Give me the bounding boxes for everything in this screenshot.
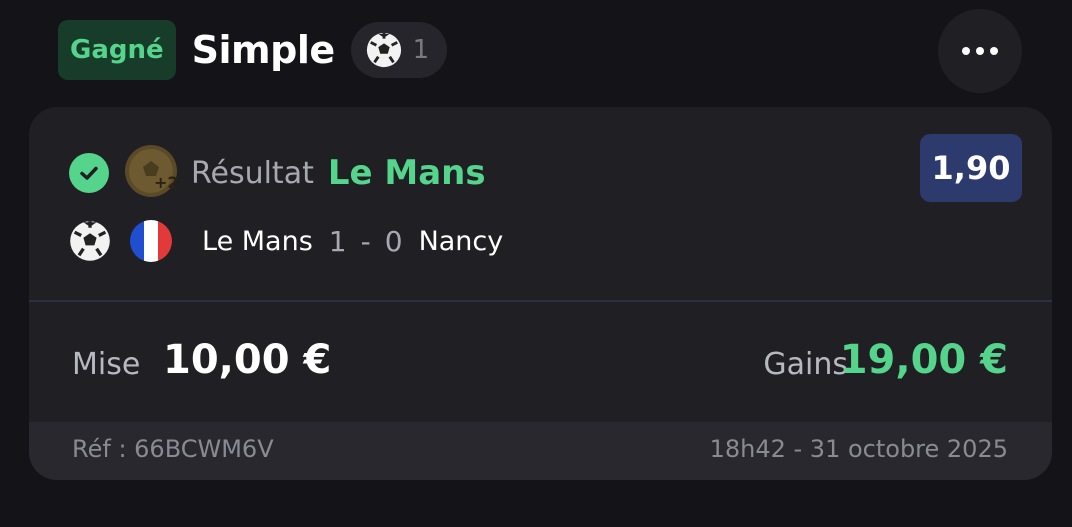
bet-reference: Réf : 66BCWM6V: [72, 435, 274, 463]
gains-value: 19,00 €: [839, 337, 1008, 383]
soccer-ball-icon: [365, 31, 403, 69]
status-badge: Gagné: [58, 20, 176, 80]
stake-value: 10,00 €: [163, 337, 332, 383]
sport-count: 1: [412, 35, 430, 65]
soccer-ball-icon: [68, 219, 112, 263]
score-separator: -: [360, 224, 371, 258]
market-label: Résultat: [191, 155, 314, 191]
bet-header: Gagné Simple 1: [58, 19, 448, 81]
away-team: Nancy: [418, 225, 504, 257]
gains-label: Gains: [763, 347, 848, 382]
svg-text:+2: +2: [154, 173, 179, 192]
france-flag-icon: [130, 220, 172, 262]
selection-row: +2 Résultat Le Mans: [69, 145, 486, 201]
bet-card: +2 Résultat Le Mans 1,90 Le Mans 1 - 0 N…: [29, 107, 1052, 480]
selection-pick: Le Mans: [327, 153, 486, 193]
home-team: Le Mans: [202, 225, 313, 257]
more-options-button[interactable]: [938, 9, 1022, 93]
match-row: Le Mans 1 - 0 Nancy: [68, 216, 503, 266]
home-score: 1: [328, 224, 347, 258]
boost-ball-icon: +2: [123, 143, 179, 203]
bet-datetime: 18h42 - 31 octobre 2025: [709, 435, 1008, 463]
stake-label: Mise: [72, 347, 141, 382]
away-score: 0: [384, 224, 403, 258]
sport-count-pill: 1: [350, 22, 448, 78]
check-circle-icon: [69, 153, 109, 193]
more-horizontal-icon: [962, 47, 970, 55]
card-footer: Réf : 66BCWM6V 18h42 - 31 octobre 2025: [29, 422, 1052, 480]
bet-type-title: Simple: [191, 28, 336, 72]
odds-badge: 1,90: [920, 134, 1022, 202]
divider: [29, 300, 1052, 302]
